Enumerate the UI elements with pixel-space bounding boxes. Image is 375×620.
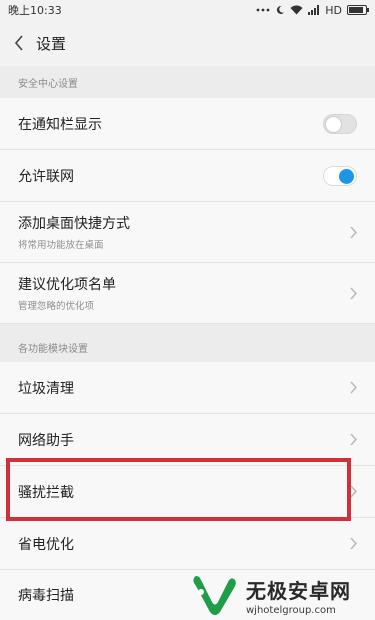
row-title: 省电优化 <box>18 536 74 553</box>
chevron-right-icon <box>343 533 357 555</box>
page-title: 设置 <box>36 34 67 53</box>
watermark: 无极安卓网 wjhotelgroup.com <box>190 570 375 620</box>
network-type-label: HD <box>325 3 342 17</box>
row-desktop-shortcut[interactable]: 添加桌面快捷方式 将常用功能放在桌面 <box>0 202 375 263</box>
toggle-knob <box>339 168 354 184</box>
row-network-assistant[interactable]: 网络助手 <box>0 414 375 466</box>
notification-toggle[interactable] <box>323 113 357 134</box>
wifi-icon <box>290 5 303 15</box>
row-title: 允许联网 <box>18 168 74 185</box>
more-dots-icon <box>256 8 270 12</box>
back-arrow-icon <box>14 35 23 51</box>
signal-icon <box>308 5 320 15</box>
row-show-in-notification[interactable]: 在通知栏显示 <box>0 98 375 150</box>
row-title: 添加桌面快捷方式 <box>18 216 130 232</box>
row-subtitle: 将常用功能放在桌面 <box>18 240 104 251</box>
row-subtitle: 管理忽略的优化项 <box>18 301 95 312</box>
chevron-right-icon <box>343 221 357 243</box>
row-title: 建议优化项名单 <box>18 277 116 293</box>
watermark-url: wjhotelgroup.com <box>246 604 336 616</box>
battery-icon <box>347 5 369 15</box>
toggle-knob <box>326 116 341 132</box>
row-title: 骚扰拦截 <box>18 484 74 501</box>
section-header-modules: 各功能模块设置 <box>0 332 375 362</box>
watermark-logo-icon <box>193 576 236 615</box>
row-title: 在通知栏显示 <box>18 116 102 133</box>
section-header-security: 安全中心设置 <box>0 66 375 98</box>
chevron-right-icon <box>343 429 357 451</box>
row-junk-cleanup[interactable]: 垃圾清理 <box>0 362 375 414</box>
nav-bar: 设置 <box>0 20 375 66</box>
row-title: 垃圾清理 <box>18 380 74 397</box>
row-allow-network[interactable]: 允许联网 <box>0 150 375 202</box>
back-button[interactable] <box>8 20 30 66</box>
network-toggle[interactable] <box>323 165 357 186</box>
status-icons: HD <box>256 3 369 17</box>
row-title: 网络助手 <box>18 432 74 449</box>
row-power-saving[interactable]: 省电优化 <box>0 518 375 570</box>
moon-icon <box>275 5 285 15</box>
battery-level <box>349 7 363 13</box>
row-optimization-list[interactable]: 建议优化项名单 管理忽略的优化项 <box>0 263 375 324</box>
status-time: 晚上10:33 <box>8 4 62 17</box>
status-bar: 晚上10:33 HD <box>0 0 375 20</box>
chevron-right-icon <box>343 282 357 304</box>
watermark-name: 无极安卓网 <box>246 578 351 603</box>
row-harassment-block[interactable]: 骚扰拦截 <box>0 466 375 518</box>
chevron-right-icon <box>343 481 357 503</box>
chevron-right-icon <box>343 377 357 399</box>
